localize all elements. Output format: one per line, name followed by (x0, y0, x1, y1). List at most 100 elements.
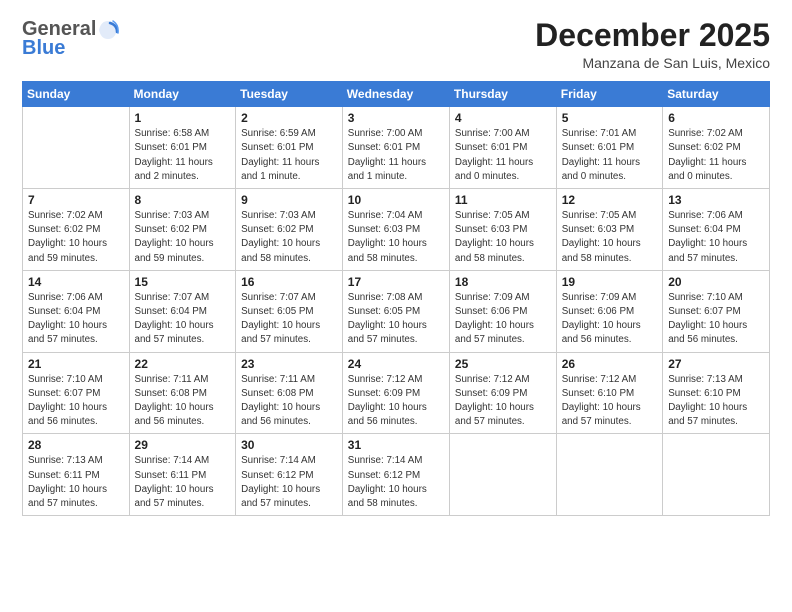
table-row: 7Sunrise: 7:02 AM Sunset: 6:02 PM Daylig… (23, 189, 130, 271)
day-number: 22 (135, 357, 231, 371)
day-info: Sunrise: 7:00 AM Sunset: 6:01 PM Dayligh… (348, 127, 444, 184)
table-row: 17 Sunrise: 7:08 AM Sunset: 6:05 PM Dayli… (342, 270, 449, 352)
day-number: 20 (668, 275, 764, 289)
table-row: 13 Sunrise: 7:06 AM Sunset: 6:04 PM Dayli… (663, 189, 770, 271)
day-number: 2 (241, 111, 337, 125)
day-number: 27 (668, 357, 764, 371)
logo: General Blue (22, 18, 120, 60)
table-row: 14 Sunrise: 7:06 AM Sunset: 6:04 PM Dayli… (23, 270, 130, 352)
day-info: Sunrise: 6:58 AM Sunset: 6:01 PM Dayligh… (135, 127, 231, 184)
calendar: Sunday Monday Tuesday Wednesday Thursday… (22, 81, 770, 516)
day-info: Sunrise: 7:13 AM Sunset: 6:11 PM Dayligh… (28, 454, 124, 511)
day-number: 17 (348, 275, 444, 289)
day-number: 14 (28, 275, 124, 289)
col-saturday: Saturday (663, 82, 770, 107)
table-row: 1 Sunrise: 6:58 AM Sunset: 6:01 PM Daylig… (129, 107, 236, 189)
table-row: 2 Sunrise: 6:59 AM Sunset: 6:01 PM Daylig… (236, 107, 343, 189)
page: General Blue December 2025 Manzana de Sa… (0, 0, 792, 612)
day-number: 23 (241, 357, 337, 371)
day-info: Sunrise: 7:11 AM Sunset: 6:08 PM Dayligh… (241, 373, 337, 430)
day-info: Sunrise: 7:02 AM Sunset: 6:02 PM Dayligh… (28, 209, 124, 266)
day-info: Sunrise: 7:14 AM Sunset: 6:12 PM Dayligh… (241, 454, 337, 511)
day-number: 31 (348, 438, 444, 452)
calendar-week-row: 7Sunrise: 7:02 AM Sunset: 6:02 PM Daylig… (23, 189, 770, 271)
table-row: 11 Sunrise: 7:05 AM Sunset: 6:03 PM Dayli… (449, 189, 556, 271)
table-row: 15 Sunrise: 7:07 AM Sunset: 6:04 PM Dayli… (129, 270, 236, 352)
day-info: Sunrise: 7:14 AM Sunset: 6:12 PM Dayligh… (348, 454, 444, 511)
day-info: Sunrise: 7:09 AM Sunset: 6:06 PM Dayligh… (455, 291, 551, 348)
col-friday: Friday (556, 82, 662, 107)
calendar-week-row: 1 Sunrise: 6:58 AM Sunset: 6:01 PM Daylig… (23, 107, 770, 189)
day-number: 8 (135, 193, 231, 207)
table-row: 25Sunrise: 7:12 AM Sunset: 6:09 PM Dayli… (449, 352, 556, 434)
table-row: 18 Sunrise: 7:09 AM Sunset: 6:06 PM Dayli… (449, 270, 556, 352)
logo-icon (97, 19, 119, 41)
day-number: 10 (348, 193, 444, 207)
day-info: Sunrise: 7:10 AM Sunset: 6:07 PM Dayligh… (28, 373, 124, 430)
table-row: 8 Sunrise: 7:03 AM Sunset: 6:02 PM Daylig… (129, 189, 236, 271)
calendar-week-row: 21 Sunrise: 7:10 AM Sunset: 6:07 PM Dayli… (23, 352, 770, 434)
table-row (556, 434, 662, 516)
table-row (449, 434, 556, 516)
day-info: Sunrise: 7:06 AM Sunset: 6:04 PM Dayligh… (28, 291, 124, 348)
col-sunday: Sunday (23, 82, 130, 107)
day-number: 4 (455, 111, 551, 125)
day-info: Sunrise: 7:04 AM Sunset: 6:03 PM Dayligh… (348, 209, 444, 266)
month-title: December 2025 (535, 18, 770, 53)
day-info: Sunrise: 7:10 AM Sunset: 6:07 PM Dayligh… (668, 291, 764, 348)
day-info: Sunrise: 7:06 AM Sunset: 6:04 PM Dayligh… (668, 209, 764, 266)
col-tuesday: Tuesday (236, 82, 343, 107)
day-info: Sunrise: 7:12 AM Sunset: 6:10 PM Dayligh… (562, 373, 657, 430)
day-number: 19 (562, 275, 657, 289)
day-number: 11 (455, 193, 551, 207)
table-row: 29Sunrise: 7:14 AM Sunset: 6:11 PM Dayli… (129, 434, 236, 516)
table-row: 4 Sunrise: 7:00 AM Sunset: 6:01 PM Daylig… (449, 107, 556, 189)
table-row: 28Sunrise: 7:13 AM Sunset: 6:11 PM Dayli… (23, 434, 130, 516)
day-number: 18 (455, 275, 551, 289)
day-info: Sunrise: 7:07 AM Sunset: 6:05 PM Dayligh… (241, 291, 337, 348)
table-row: 3 Sunrise: 7:00 AM Sunset: 6:01 PM Daylig… (342, 107, 449, 189)
day-number: 13 (668, 193, 764, 207)
title-block: December 2025 Manzana de San Luis, Mexic… (535, 18, 770, 71)
day-number: 3 (348, 111, 444, 125)
calendar-week-row: 28Sunrise: 7:13 AM Sunset: 6:11 PM Dayli… (23, 434, 770, 516)
day-number: 5 (562, 111, 657, 125)
table-row: 10 Sunrise: 7:04 AM Sunset: 6:03 PM Dayli… (342, 189, 449, 271)
location: Manzana de San Luis, Mexico (535, 55, 770, 71)
table-row: 22 Sunrise: 7:11 AM Sunset: 6:08 PM Dayli… (129, 352, 236, 434)
day-number: 24 (348, 357, 444, 371)
day-number: 12 (562, 193, 657, 207)
table-row: 27 Sunrise: 7:13 AM Sunset: 6:10 PM Dayli… (663, 352, 770, 434)
day-info: Sunrise: 7:02 AM Sunset: 6:02 PM Dayligh… (668, 127, 764, 184)
day-number: 30 (241, 438, 337, 452)
day-info: Sunrise: 7:11 AM Sunset: 6:08 PM Dayligh… (135, 373, 231, 430)
day-info: Sunrise: 7:03 AM Sunset: 6:02 PM Dayligh… (241, 209, 337, 266)
day-number: 16 (241, 275, 337, 289)
day-info: Sunrise: 7:08 AM Sunset: 6:05 PM Dayligh… (348, 291, 444, 348)
day-number: 15 (135, 275, 231, 289)
table-row: 12Sunrise: 7:05 AM Sunset: 6:03 PM Dayli… (556, 189, 662, 271)
day-info: Sunrise: 7:00 AM Sunset: 6:01 PM Dayligh… (455, 127, 551, 184)
day-info: Sunrise: 7:05 AM Sunset: 6:03 PM Dayligh… (455, 209, 551, 266)
table-row: 9 Sunrise: 7:03 AM Sunset: 6:02 PM Daylig… (236, 189, 343, 271)
day-number: 1 (135, 111, 231, 125)
day-info: Sunrise: 7:07 AM Sunset: 6:04 PM Dayligh… (135, 291, 231, 348)
day-number: 6 (668, 111, 764, 125)
logo-blue: Blue (22, 37, 65, 60)
day-number: 21 (28, 357, 124, 371)
day-number: 9 (241, 193, 337, 207)
day-info: Sunrise: 6:59 AM Sunset: 6:01 PM Dayligh… (241, 127, 337, 184)
table-row: 30 Sunrise: 7:14 AM Sunset: 6:12 PM Dayli… (236, 434, 343, 516)
day-info: Sunrise: 7:13 AM Sunset: 6:10 PM Dayligh… (668, 373, 764, 430)
day-info: Sunrise: 7:03 AM Sunset: 6:02 PM Dayligh… (135, 209, 231, 266)
day-number: 26 (562, 357, 657, 371)
col-wednesday: Wednesday (342, 82, 449, 107)
table-row: 24 Sunrise: 7:12 AM Sunset: 6:09 PM Dayli… (342, 352, 449, 434)
day-info: Sunrise: 7:14 AM Sunset: 6:11 PM Dayligh… (135, 454, 231, 511)
table-row: 6 Sunrise: 7:02 AM Sunset: 6:02 PM Daylig… (663, 107, 770, 189)
day-info: Sunrise: 7:12 AM Sunset: 6:09 PM Dayligh… (348, 373, 444, 430)
col-thursday: Thursday (449, 82, 556, 107)
table-row (663, 434, 770, 516)
day-info: Sunrise: 7:12 AM Sunset: 6:09 PM Dayligh… (455, 373, 551, 430)
table-row: 16 Sunrise: 7:07 AM Sunset: 6:05 PM Dayli… (236, 270, 343, 352)
